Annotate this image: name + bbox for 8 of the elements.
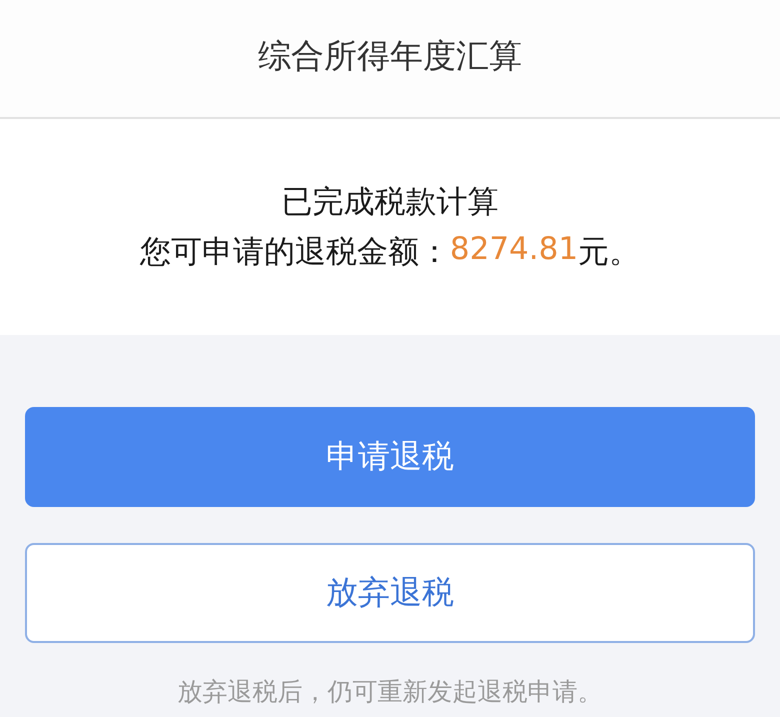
currency-suffix: 元。	[578, 233, 640, 272]
refund-label: 您可申请的退税金额：	[140, 233, 450, 272]
apply-refund-button[interactable]: 申请退税	[25, 407, 755, 507]
note-text: 放弃退税后，仍可重新发起退税申请。	[178, 676, 602, 708]
refund-amount: 8274.81	[450, 231, 578, 269]
result-heading: 已完成税款计算	[282, 183, 498, 222]
page-title: 综合所得年度汇算	[258, 35, 522, 77]
decline-refund-button[interactable]: 放弃退税	[25, 543, 755, 643]
